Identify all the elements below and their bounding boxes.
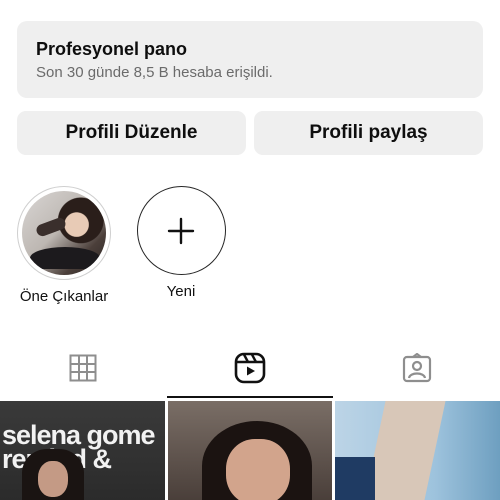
- new-highlight-circle: [136, 186, 226, 275]
- thumbnail-figure: [364, 401, 446, 500]
- grid-icon: [69, 354, 97, 382]
- highlight-label: Öne Çıkanlar: [19, 288, 109, 305]
- tab-reels[interactable]: [167, 338, 333, 398]
- plus-icon: [167, 217, 195, 244]
- edit-profile-button[interactable]: Profili Düzenle: [17, 111, 246, 155]
- dashboard-subtitle: Son 30 günde 8,5 B hesaba erişildi.: [36, 64, 273, 81]
- reel-thumbnail-2[interactable]: [168, 401, 332, 500]
- share-profile-button[interactable]: Profili paylaş: [254, 111, 483, 155]
- dashboard-title: Profesyonel pano: [36, 39, 188, 59]
- thumbnail-detail: [335, 457, 375, 500]
- highlight-item-new[interactable]: Yeni: [133, 186, 229, 300]
- reel-thumbnail-1[interactable]: selena gomeremind &: [0, 401, 165, 500]
- profile-tabs: [0, 338, 500, 398]
- active-tab-indicator: [167, 396, 333, 398]
- professional-dashboard-card[interactable]: Profesyonel pano Son 30 günde 8,5 B hesa…: [17, 21, 483, 98]
- reel-thumbnail-3[interactable]: [335, 401, 500, 500]
- highlight-label: Yeni: [166, 283, 196, 300]
- thumbnail-face: [38, 461, 68, 497]
- tab-posts[interactable]: [0, 338, 166, 398]
- highlight-item-featured[interactable]: Öne Çıkanlar: [12, 186, 116, 305]
- thumbnail-face: [226, 439, 290, 500]
- highlight-ring: [17, 186, 111, 280]
- highlight-cover-image: [22, 191, 106, 275]
- tab-tagged[interactable]: [334, 338, 500, 398]
- tagged-icon: [402, 353, 432, 383]
- reels-grid: selena gomeremind &: [0, 401, 500, 500]
- reels-icon: [234, 352, 266, 384]
